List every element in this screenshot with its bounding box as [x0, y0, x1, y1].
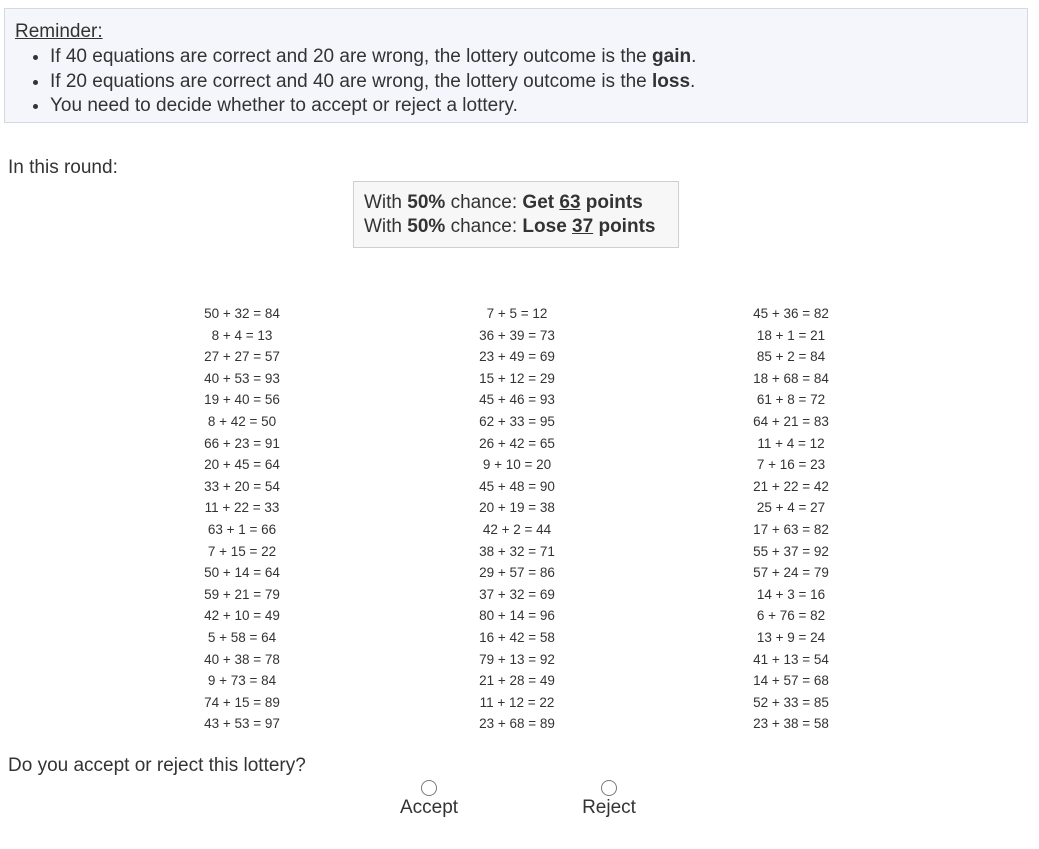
equation-item: 26 + 42 = 65 [479, 435, 555, 451]
equation-item: 25 + 4 = 27 [756, 500, 826, 516]
reminder-list: If 40 equations are correct and 20 are w… [15, 45, 1017, 119]
equation-item: 59 + 21 = 79 [204, 586, 280, 602]
equation-item: 42 + 10 = 49 [204, 608, 280, 624]
equation-column-1: 50 + 32 = 84 8 + 4 = 13 27 + 27 = 57 40 + 5… [142, 303, 342, 735]
equation-item: 66 + 23 = 91 [204, 435, 280, 451]
equation-item: 18 + 68 = 84 [753, 370, 829, 386]
equation-item: 11 + 22 = 33 [204, 500, 280, 516]
equation-item: 50 + 32 = 84 [204, 306, 280, 321]
reminder-item-gain: If 40 equations are correct and 20 are w… [50, 45, 1017, 70]
equation-item: 50 + 14 = 64 [204, 565, 280, 581]
accept-label[interactable]: Accept [369, 797, 489, 819]
equation-item: 40 + 53 = 93 [204, 370, 280, 386]
round-label: In this round: [8, 157, 118, 178]
equation-item: 14 + 3 = 16 [756, 586, 826, 602]
reject-label[interactable]: Reject [549, 797, 669, 819]
equation-item: 64 + 21 = 83 [753, 413, 829, 429]
gain-probability: 50% [407, 192, 446, 213]
equation-item: 41 + 13 = 54 [753, 651, 829, 667]
equation-item: 23 + 68 = 89 [479, 716, 555, 732]
equation-item: 23 + 49 = 69 [479, 349, 555, 365]
equation-item: 15 + 12 = 29 [479, 370, 555, 386]
equation-item: 5 + 58 = 64 [207, 629, 277, 645]
equation-item: 45 + 48 = 90 [479, 478, 555, 494]
reminder-item-decision: You need to decide whether to accept or … [50, 94, 1017, 119]
equation-item: 19 + 40 = 56 [204, 392, 280, 408]
equation-item: 21 + 28 = 49 [479, 673, 555, 689]
equation-column-3: 45 + 36 = 82 18 + 1 = 21 85 + 2 = 84 18 + 6… [691, 303, 891, 735]
equation-item: 45 + 46 = 93 [479, 392, 555, 408]
equation-item: 52 + 33 = 85 [753, 694, 829, 710]
equation-item: 45 + 36 = 82 [753, 306, 829, 321]
reject-option[interactable]: Reject [549, 780, 669, 819]
equation-item: 6 + 76 = 82 [756, 608, 826, 624]
equation-item: 80 + 14 = 96 [479, 608, 555, 624]
equation-column-2: 7 + 5 = 12 36 + 39 = 73 23 + 49 = 69 15 + 1… [417, 303, 617, 735]
equation-item: 20 + 45 = 64 [204, 457, 280, 473]
equation-item: 29 + 57 = 86 [479, 565, 555, 581]
reminder-item-loss: If 20 equations are correct and 40 are w… [50, 70, 1017, 95]
equation-item: 7 + 5 = 12 [486, 306, 548, 321]
gain-term: gain [652, 46, 692, 67]
decision-question: Do you accept or reject this lottery? [8, 755, 306, 776]
accept-option[interactable]: Accept [369, 780, 489, 819]
equation-item: 23 + 38 = 58 [753, 716, 829, 732]
equation-item: 8 + 4 = 13 [211, 327, 273, 343]
equation-item: 37 + 32 = 69 [479, 586, 555, 602]
lottery-offer-box: With 50% chance: Get 63 points With 50% … [353, 181, 679, 248]
equation-item: 27 + 27 = 57 [204, 349, 280, 365]
equation-item: 9 + 10 = 20 [482, 457, 552, 473]
equation-item: 13 + 9 = 24 [756, 629, 826, 645]
equation-item: 43 + 53 = 97 [204, 716, 280, 732]
equation-item: 38 + 32 = 71 [479, 543, 555, 559]
equation-item: 55 + 37 = 92 [753, 543, 829, 559]
equation-item: 79 + 13 = 92 [479, 651, 555, 667]
reminder-box: Reminder: If 40 equations are correct an… [4, 8, 1028, 123]
equation-item: 11 + 4 = 12 [757, 435, 825, 451]
equation-item: 14 + 57 = 68 [753, 673, 829, 689]
equation-item: 42 + 2 = 44 [482, 521, 552, 537]
equation-item: 21 + 22 = 42 [753, 478, 829, 494]
loss-term: loss [652, 70, 691, 92]
equation-item: 74 + 15 = 89 [204, 694, 280, 710]
offer-line-loss: With 50% chance: Lose 37 points [364, 216, 656, 237]
equation-item: 40 + 38 = 78 [204, 651, 280, 667]
equation-item: 63 + 1 = 66 [207, 521, 277, 537]
equation-item: 20 + 19 = 38 [479, 500, 555, 516]
equation-item: 7 + 16 = 23 [756, 457, 826, 473]
equation-item: 8 + 42 = 50 [207, 413, 277, 429]
offer-line-gain: With 50% chance: Get 63 points [364, 192, 643, 213]
equation-item: 7 + 15 = 22 [207, 543, 277, 559]
accept-radio[interactable] [421, 780, 437, 796]
loss-amount: 37 [572, 216, 594, 237]
equation-item: 9 + 73 = 84 [207, 673, 277, 689]
equation-item: 11 + 12 = 22 [479, 694, 555, 710]
gain-amount: 63 [559, 192, 581, 213]
reject-radio[interactable] [601, 780, 617, 796]
equation-item: 57 + 24 = 79 [753, 565, 829, 581]
equation-item: 16 + 42 = 58 [479, 629, 555, 645]
equation-item: 33 + 20 = 54 [204, 478, 280, 494]
loss-probability: 50% [407, 216, 446, 237]
equation-item: 18 + 1 = 21 [756, 327, 826, 343]
equation-item: 61 + 8 = 72 [756, 392, 826, 408]
reminder-title: Reminder: [15, 21, 103, 42]
equation-item: 36 + 39 = 73 [479, 327, 555, 343]
equation-item: 17 + 63 = 82 [753, 521, 829, 537]
equation-item: 85 + 2 = 84 [756, 349, 826, 365]
equation-item: 62 + 33 = 95 [479, 413, 555, 429]
